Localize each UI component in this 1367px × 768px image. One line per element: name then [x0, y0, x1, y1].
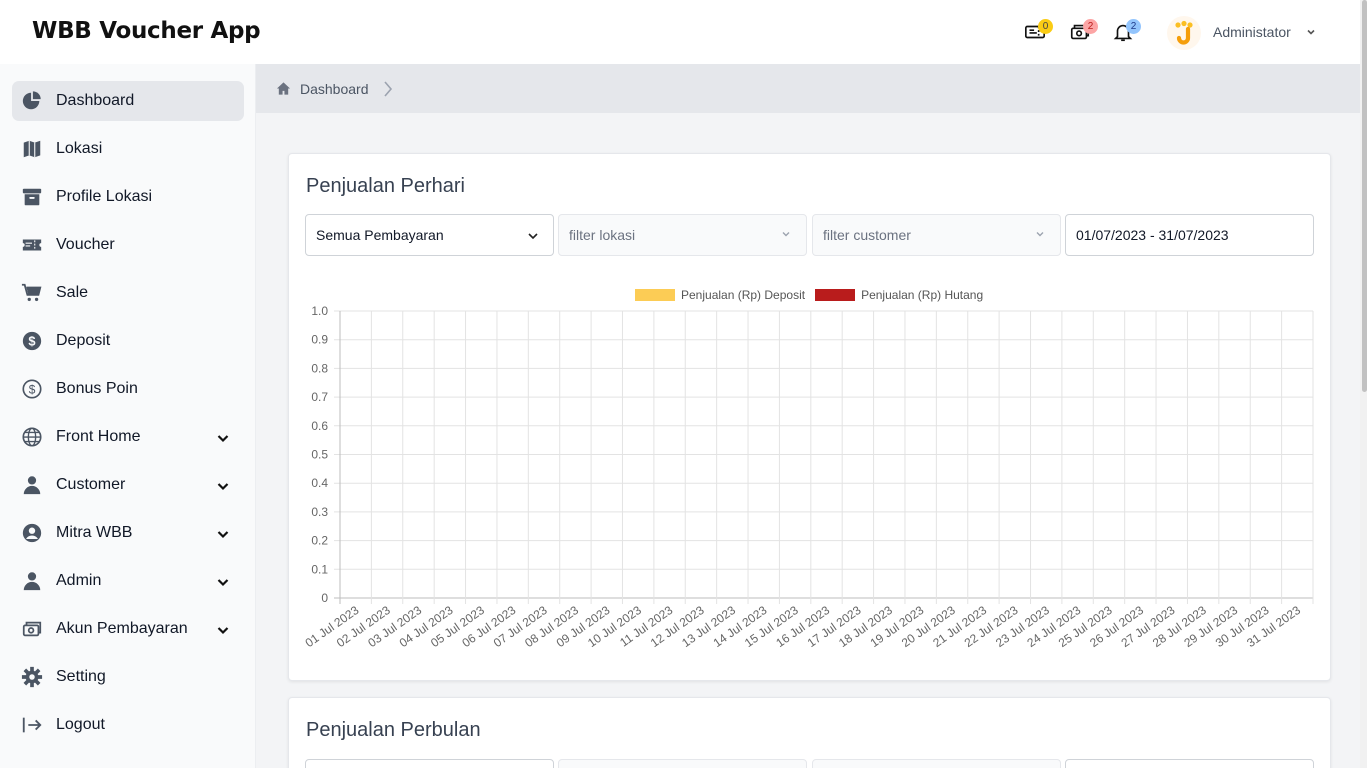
sidebar-item-label: Bonus Poin	[56, 380, 138, 397]
chevron-down-icon	[217, 483, 229, 491]
y-tick-label: 0.9	[311, 333, 328, 347]
daily-sales-chart: 00.10.20.30.40.50.60.70.80.91.001 Jul 20…	[303, 304, 1314, 650]
sidebar: Dashboard Lokasi Profile Lokasi Voucher Sale…	[0, 64, 256, 768]
y-tick-label: 0.4	[311, 476, 328, 490]
monthly-location-filter[interactable]	[558, 759, 807, 768]
sidebar-item-logout[interactable]: Logout	[12, 705, 244, 745]
y-tick-label: 0.6	[311, 419, 328, 433]
customer-filter-placeholder: filter customer	[823, 227, 911, 243]
breadcrumb: Dashboard	[256, 64, 1360, 113]
location-filter-placeholder: filter lokasi	[569, 227, 636, 243]
sidebar-item-deposit[interactable]: $ Deposit	[12, 321, 244, 361]
sidebar-item-profile-lokasi[interactable]: Profile Lokasi	[12, 177, 244, 217]
date-range-input[interactable]: 01/07/2023 - 31/07/2023	[1065, 214, 1314, 256]
sidebar-item-voucher[interactable]: Voucher	[12, 225, 244, 265]
sidebar-item-mitra-wbb[interactable]: Mitra WBB	[12, 513, 244, 553]
voucher-notification-button[interactable]: 0	[1024, 19, 1053, 44]
home-icon[interactable]	[276, 81, 291, 96]
payment-filter-value: Semua Pembayaran	[316, 227, 444, 243]
sidebar-item-label: Admin	[56, 572, 102, 589]
voucher-badge: 0	[1038, 19, 1053, 34]
location-filter-select[interactable]: filter lokasi	[558, 214, 807, 256]
monthly-customer-filter[interactable]	[812, 759, 1061, 768]
cash-icon	[21, 618, 43, 640]
brand-logo-icon	[1175, 20, 1193, 45]
chevron-down-icon	[1036, 232, 1044, 237]
chevron-down-icon	[217, 435, 229, 443]
y-tick-label: 0.8	[311, 361, 328, 375]
chevron-down-icon	[217, 579, 229, 587]
sidebar-item-sale[interactable]: Sale	[12, 273, 244, 313]
payment-notification-button[interactable]: 2	[1069, 19, 1098, 44]
notification-button[interactable]: 2	[1112, 19, 1141, 44]
daily-sales-title: Penjualan Perhari	[306, 175, 465, 197]
sidebar-item-label: Customer	[56, 476, 126, 493]
cart-icon	[21, 282, 43, 304]
monthly-payment-filter[interactable]	[305, 759, 554, 768]
breadcrumb-dashboard[interactable]: Dashboard	[300, 81, 369, 97]
user-menu-button[interactable]: Administator	[1213, 24, 1291, 40]
sidebar-item-label: Mitra WBB	[56, 524, 133, 541]
chevron-down-icon[interactable]	[1305, 26, 1317, 38]
sidebar-item-lokasi[interactable]: Lokasi	[12, 129, 244, 169]
y-tick-label: 1.0	[311, 304, 328, 318]
y-tick-label: 0.1	[311, 562, 328, 576]
sidebar-item-label: Setting	[56, 668, 106, 685]
sidebar-item-admin[interactable]: Admin	[12, 561, 244, 601]
chevron-down-icon	[217, 627, 229, 635]
y-tick-label: 0.2	[311, 534, 328, 548]
y-tick-label: 0	[321, 591, 328, 605]
avatar[interactable]	[1167, 16, 1201, 50]
scrollbar-thumb[interactable]	[1362, 0, 1367, 392]
sidebar-item-label: Sale	[56, 284, 89, 301]
chevron-down-icon	[528, 233, 538, 240]
chevron-right-icon	[384, 81, 393, 97]
sidebar-item-setting[interactable]: Setting	[12, 657, 244, 697]
globe-icon	[21, 426, 43, 448]
y-tick-label: 0.3	[311, 505, 328, 519]
sidebar-item-label: Logout	[56, 716, 105, 733]
notification-badge: 2	[1126, 19, 1141, 34]
sidebar-item-label: Dashboard	[56, 92, 135, 109]
sidebar-item-front-home[interactable]: Front Home	[12, 417, 244, 457]
customer-filter-select[interactable]: filter customer	[812, 214, 1061, 256]
map-icon	[21, 138, 43, 160]
monthly-sales-title: Penjualan Perbulan	[306, 719, 481, 741]
user-icon	[21, 570, 43, 592]
top-bar: WBB Voucher App 0 2 2 Administator	[0, 0, 1360, 64]
sidebar-item-bonus-poin[interactable]: $ Bonus Poin	[12, 369, 244, 409]
app-title: WBB Voucher App	[32, 18, 261, 44]
user-icon	[21, 474, 43, 496]
ticket-icon	[21, 234, 43, 256]
chevron-down-icon	[217, 531, 229, 539]
sidebar-item-label: Deposit	[56, 332, 111, 349]
logout-icon	[21, 714, 43, 736]
pie-chart-icon	[21, 90, 43, 112]
date-range-value: 01/07/2023 - 31/07/2023	[1076, 227, 1229, 243]
gear-icon	[21, 666, 43, 688]
sidebar-item-dashboard[interactable]: Dashboard	[12, 81, 244, 121]
user-circle-icon	[21, 522, 43, 544]
archive-icon	[21, 186, 43, 208]
svg-text:$: $	[29, 383, 36, 397]
sidebar-item-label: Profile Lokasi	[56, 188, 153, 205]
monthly-date-range[interactable]	[1065, 759, 1314, 768]
sidebar-item-akun-pembayaran[interactable]: Akun Pembayaran	[12, 609, 244, 649]
monthly-sales-card: Penjualan Perbulan	[288, 697, 1331, 768]
sidebar-item-label: Front Home	[56, 428, 141, 445]
dollar-circle-icon: $	[21, 330, 43, 352]
y-tick-label: 0.5	[311, 448, 328, 462]
y-tick-label: 0.7	[311, 390, 328, 404]
svg-text:$: $	[28, 334, 35, 349]
sidebar-item-label: Akun Pembayaran	[56, 620, 188, 637]
payment-filter-select[interactable]: Semua Pembayaran	[305, 214, 554, 256]
chevron-down-icon	[782, 232, 790, 237]
dollar-outline-icon: $	[21, 378, 43, 400]
payment-badge: 2	[1083, 19, 1098, 34]
sidebar-item-label: Lokasi	[56, 140, 103, 157]
sidebar-item-customer[interactable]: Customer	[12, 465, 244, 505]
sidebar-item-label: Voucher	[56, 236, 115, 253]
